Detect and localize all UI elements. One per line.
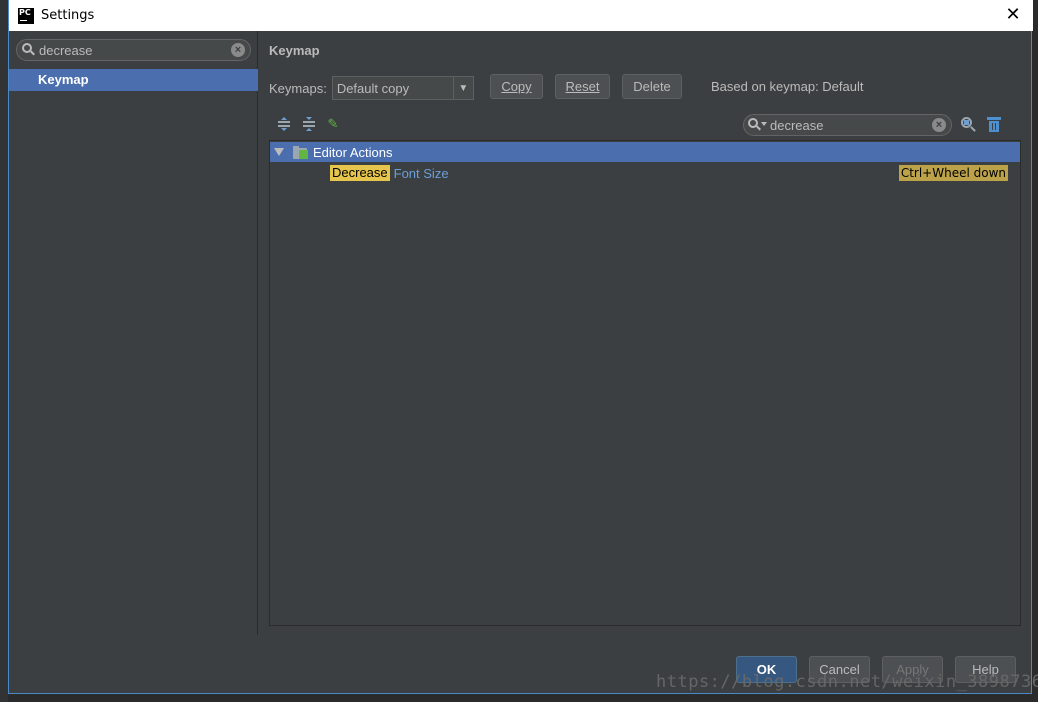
settings-nav-pane: decrease × Keymap [9,31,258,635]
keymap-filter-value: decrease [770,117,824,133]
reset-button-label: Reset [565,79,600,94]
chevron-down-icon: ▼ [452,77,473,99]
background-ide-left [0,0,8,702]
delete-button-label: Delete [633,79,671,94]
shortcut-badge: Ctrl+Wheel down [898,165,1008,181]
window-title: Settings [41,8,95,23]
keymap-panel: Keymap Keymaps: Default copy ▼ Copy Rese… [259,31,1031,635]
search-icon [22,43,36,57]
expand-all-icon[interactable] [276,116,292,132]
keymap-dropdown[interactable]: Default copy ▼ [331,76,474,100]
search-icon[interactable] [748,118,768,132]
close-icon[interactable]: ✕ [1003,5,1023,25]
settings-dialog: PC Settings ✕ decrease × Keymap Keymap K… [8,0,1033,694]
action-tree: Editor Actions Decrease Font Size Ctrl+W… [269,140,1021,626]
action-match-highlight: Decrease [330,165,390,181]
keymap-selector-row: Keymaps: Default copy ▼ [269,75,474,101]
folder-icon [293,145,309,159]
action-label: Font Size [393,165,449,181]
reset-button[interactable]: Reset [555,74,610,99]
trash-icon[interactable] [987,116,1001,132]
expand-arrow-icon[interactable] [274,148,284,156]
group-label: Editor Actions [313,144,393,160]
watermark: https://blog.csdn.net/weixin_38987362 [656,672,1038,692]
delete-button[interactable]: Delete [622,74,682,99]
tree-action-row[interactable]: Decrease Font Size Ctrl+Wheel down [270,163,1020,183]
clear-icon[interactable]: × [932,118,946,132]
settings-search-value: decrease [39,42,93,58]
settings-search-input[interactable]: decrease × [16,39,251,61]
keymap-filter-input[interactable]: decrease × [743,114,952,136]
based-on-text: Based on keymap: Default [711,79,864,94]
keymaps-label: Keymaps: [269,80,327,96]
section-title: Keymap [269,43,320,58]
keymap-dropdown-value: Default copy [336,80,410,96]
pycharm-app-icon: PC [18,7,34,24]
title-bar: PC Settings ✕ [9,0,1033,31]
tree-group-row[interactable]: Editor Actions [270,142,1020,162]
copy-button-label: Copy [501,79,532,94]
clear-icon[interactable]: × [231,43,245,57]
copy-button[interactable]: Copy [490,74,543,99]
edit-icon[interactable]: ✎ [325,116,341,132]
collapse-all-icon[interactable] [301,116,317,132]
nav-item-keymap[interactable]: Keymap [9,69,258,91]
find-by-shortcut-icon[interactable] [960,116,978,134]
